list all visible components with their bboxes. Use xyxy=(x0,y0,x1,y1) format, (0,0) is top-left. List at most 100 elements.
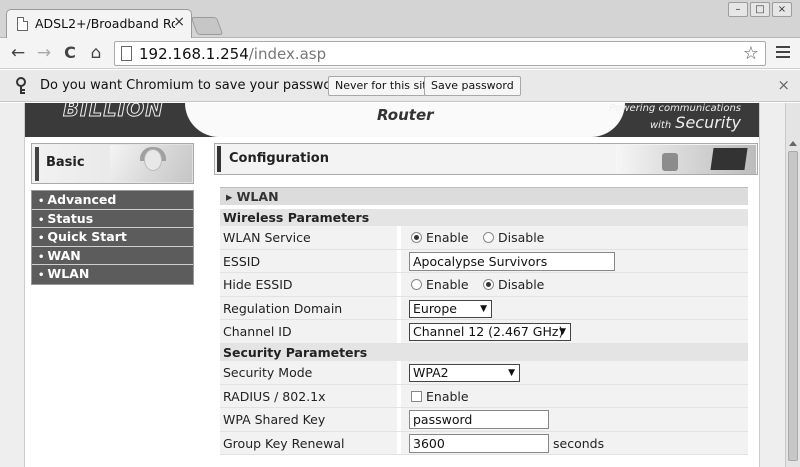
bullet-icon: • xyxy=(38,196,45,207)
wireless-parameters-heading: Wireless Parameters xyxy=(220,209,748,226)
close-window-button[interactable]: × xyxy=(772,2,792,17)
image-chair xyxy=(662,153,678,171)
hide-essid-disable-radio[interactable]: Disable xyxy=(483,278,544,292)
wlan-service-row: WLAN Service Enable Disable xyxy=(220,226,748,250)
page-icon xyxy=(121,46,132,61)
radio-dot xyxy=(411,279,422,291)
header-marker xyxy=(35,147,39,181)
field-value: password xyxy=(401,408,748,431)
reload-icon[interactable]: C xyxy=(60,43,80,63)
channel-id-row: Channel ID Channel 12 (2.467 GHz) ▼ xyxy=(220,320,748,344)
wlan-form: Wireless Parameters WLAN Service Enable … xyxy=(220,209,748,456)
sidebar-item-status[interactable]: • Status xyxy=(32,209,193,229)
expand-arrow-icon: ▸ xyxy=(226,189,233,204)
infobar-close-icon[interactable]: × xyxy=(777,76,790,94)
wlan-service-enable-radio[interactable]: Enable xyxy=(411,231,469,245)
bullet-icon: • xyxy=(38,233,45,245)
window-controls: – □ × xyxy=(728,2,792,17)
url-text: 192.168.1.254/index.asp xyxy=(139,45,326,63)
sidebar-item-quick-start[interactable]: • Quick Start xyxy=(32,228,193,247)
scroll-up-arrow-icon[interactable] xyxy=(789,141,797,146)
bookmark-star-icon[interactable]: ☆ xyxy=(743,43,759,64)
header-photo xyxy=(110,145,192,182)
regulation-domain-row: Regulation Domain Europe ▼ xyxy=(220,296,748,321)
browser-titlebar: ADSL2+/Broadband Rou × – □ × xyxy=(0,0,800,39)
photo-face xyxy=(144,149,162,171)
field-value: Enable xyxy=(401,384,748,408)
field-label: WPA Shared Key xyxy=(220,408,397,431)
wlan-section-title: ▸ WLAN xyxy=(220,187,748,205)
home-icon[interactable]: ⌂ xyxy=(86,43,106,63)
page-icon xyxy=(17,17,28,31)
essid-input[interactable]: Apocalypse Survivors xyxy=(409,251,615,271)
field-value: 3600 seconds xyxy=(401,431,748,455)
maximize-button[interactable]: □ xyxy=(750,2,770,17)
tab-close-icon[interactable]: × xyxy=(173,14,185,30)
bullet-icon: • xyxy=(38,270,45,282)
checkbox-label: Enable xyxy=(426,388,469,404)
forward-icon[interactable]: → xyxy=(34,43,54,63)
field-label: Hide ESSID xyxy=(220,273,397,296)
wpa-shared-key-input[interactable]: password xyxy=(409,410,549,430)
tagline-big: Security xyxy=(675,113,741,132)
regulation-domain-select[interactable]: Europe ▼ xyxy=(409,299,492,318)
hide-essid-enable-radio[interactable]: Enable xyxy=(411,278,469,292)
tab-title: ADSL2+/Broadband Rou xyxy=(35,16,175,31)
back-icon[interactable]: ← xyxy=(8,43,28,63)
password-infobar: Do you want Chromium to save your passwo… xyxy=(0,70,800,102)
basic-menu-header[interactable]: Basic xyxy=(31,143,194,184)
header-image xyxy=(616,145,756,174)
sidebar-item-wan[interactable]: • WAN xyxy=(32,246,193,266)
radio-label: Enable xyxy=(426,277,469,293)
field-value: WPA2 ▼ xyxy=(401,360,748,384)
select-value: WPA2 xyxy=(413,364,449,380)
router-banner: BILLION Router Powering communications w… xyxy=(25,103,759,137)
radius-enable-checkbox[interactable]: Enable xyxy=(411,388,469,404)
dropdown-arrow-icon: ▼ xyxy=(559,327,566,338)
image-screen xyxy=(710,148,748,170)
sidebar-item-label: WAN xyxy=(47,247,81,263)
sidebar-item-advanced[interactable]: • Advanced xyxy=(32,191,193,210)
field-value: Enable Disable xyxy=(401,226,748,249)
page-title: Configuration xyxy=(229,151,329,166)
address-bar[interactable]: 192.168.1.254/index.asp ☆ xyxy=(114,41,766,66)
scrollbar-thumb[interactable] xyxy=(788,151,798,461)
key-icon xyxy=(14,77,28,99)
wlan-service-disable-radio[interactable]: Disable xyxy=(483,231,544,245)
security-parameters-heading: Security Parameters xyxy=(220,343,748,361)
sidebar-item-label: Quick Start xyxy=(47,229,127,245)
field-value: Enable Disable xyxy=(401,273,748,296)
product-name: Router xyxy=(377,106,434,124)
minimize-button[interactable]: – xyxy=(728,2,748,17)
sidebar-item-label: Advanced xyxy=(47,192,117,207)
channel-id-select[interactable]: Channel 12 (2.467 GHz) ▼ xyxy=(409,323,571,342)
sidebar-item-wlan[interactable]: • WLAN xyxy=(32,265,193,284)
sidebar-item-label: WLAN xyxy=(47,266,90,282)
bullet-icon: • xyxy=(38,251,45,263)
unit-label: seconds xyxy=(553,435,605,451)
vertical-scrollbar[interactable] xyxy=(785,103,800,467)
save-password-button[interactable]: Save password xyxy=(424,76,521,96)
field-label: WLAN Service xyxy=(220,226,397,249)
field-value: Apocalypse Survivors xyxy=(401,249,748,273)
field-label: Security Mode xyxy=(220,360,397,384)
router-page: BILLION Router Powering communications w… xyxy=(24,103,760,467)
basic-label: Basic xyxy=(46,155,85,170)
new-tab-button[interactable] xyxy=(190,17,224,35)
sidebar-nav: • Advanced • Status • Quick Start • WAN • WLA… xyxy=(31,190,194,285)
browser-tab[interactable]: ADSL2+/Broadband Rou × xyxy=(6,9,192,39)
select-value: Europe xyxy=(413,300,457,316)
radius-row: RADIUS / 802.1x Enable xyxy=(220,384,748,409)
group-key-renewal-input[interactable]: 3600 xyxy=(409,433,549,453)
field-label: Channel ID xyxy=(220,320,397,343)
field-value: Channel 12 (2.467 GHz) ▼ xyxy=(401,320,748,343)
dropdown-arrow-icon: ▼ xyxy=(508,367,515,378)
sidebar-item-label: Status xyxy=(47,210,94,226)
security-mode-select[interactable]: WPA2 ▼ xyxy=(409,363,520,382)
field-label: ESSID xyxy=(220,249,397,273)
radio-label: Disable xyxy=(498,277,545,293)
wlan-title: WLAN xyxy=(236,189,279,204)
radio-dot xyxy=(411,232,422,243)
menu-icon[interactable] xyxy=(776,46,790,61)
bullet-icon: • xyxy=(38,214,45,226)
